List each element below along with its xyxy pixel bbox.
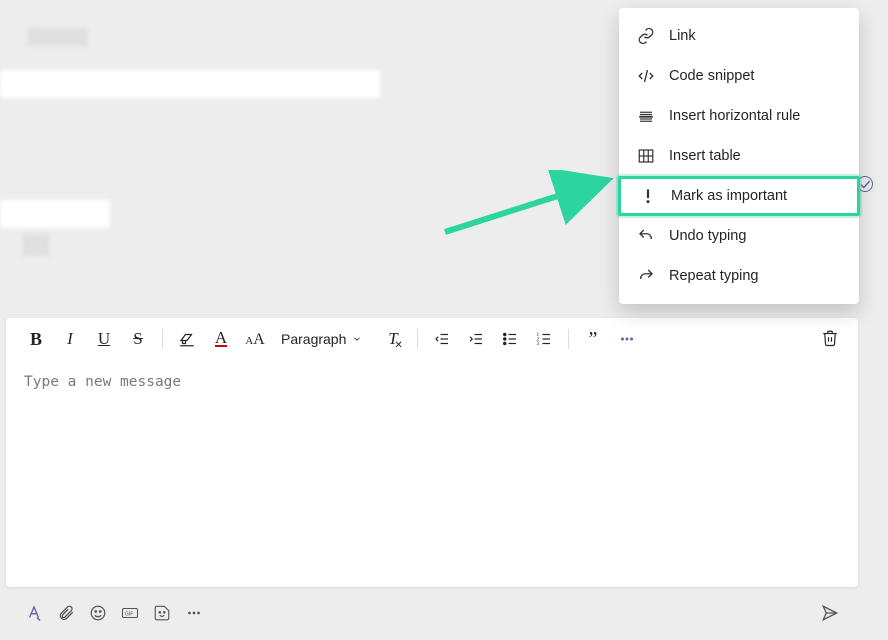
separator — [162, 329, 163, 349]
numbered-list-icon: 1 2 3 — [535, 330, 553, 348]
compose-box: B I U S A AA Paragraph T✕ — [6, 318, 858, 587]
menu-item-link[interactable]: Link — [619, 16, 859, 56]
indent-button[interactable] — [460, 323, 492, 355]
table-icon — [637, 147, 655, 165]
bold-icon: B — [30, 329, 42, 350]
delete-button[interactable] — [814, 322, 846, 354]
paperclip-icon — [57, 604, 75, 622]
separator — [417, 329, 418, 349]
svg-text:3: 3 — [537, 341, 540, 347]
clear-formatting-button[interactable]: T✕ — [377, 323, 409, 355]
ellipsis-icon — [618, 330, 636, 348]
send-button[interactable] — [814, 597, 846, 629]
highlight-icon — [178, 330, 196, 348]
bullet-list-icon — [501, 330, 519, 348]
menu-item-redo[interactable]: Repeat typing — [619, 256, 859, 296]
emoji-icon — [89, 604, 107, 622]
format-icon — [25, 604, 43, 622]
trash-icon — [821, 329, 839, 347]
important-icon — [639, 187, 657, 205]
menu-item-label: Repeat typing — [669, 268, 758, 284]
italic-icon: I — [67, 329, 73, 349]
ellipsis-icon — [185, 604, 203, 622]
italic-button[interactable]: I — [54, 323, 86, 355]
menu-item-horizontal-rule[interactable]: Insert horizontal rule — [619, 96, 859, 136]
underline-button[interactable]: U — [88, 323, 120, 355]
font-size-button[interactable]: AA — [239, 323, 271, 355]
menu-item-label: Insert horizontal rule — [669, 108, 800, 124]
emoji-button[interactable] — [82, 597, 114, 629]
clear-format-icon: T✕ — [388, 329, 397, 349]
menu-item-label: Code snippet — [669, 68, 754, 84]
quote-icon: ” — [589, 334, 598, 344]
paragraph-label: Paragraph — [281, 331, 346, 347]
separator — [568, 329, 569, 349]
menu-item-label: Insert table — [669, 148, 741, 164]
outdent-button[interactable] — [426, 323, 458, 355]
outdent-icon — [433, 330, 451, 348]
indent-icon — [467, 330, 485, 348]
undo-icon — [637, 227, 655, 245]
compose-actions-bar: GIF — [6, 595, 858, 631]
chevron-down-icon — [352, 334, 362, 344]
menu-item-label: Mark as important — [671, 188, 787, 204]
font-color-icon: A — [215, 331, 227, 347]
svg-text:GIF: GIF — [125, 611, 134, 617]
underline-icon: U — [98, 329, 110, 349]
menu-item-label: Undo typing — [669, 228, 746, 244]
menu-item-insert-table[interactable]: Insert table — [619, 136, 859, 176]
bold-button[interactable]: B — [20, 323, 52, 355]
numbered-list-button[interactable]: 1 2 3 — [528, 323, 560, 355]
quote-button[interactable]: ” — [577, 323, 609, 355]
link-icon — [637, 27, 655, 45]
message-input[interactable] — [6, 360, 858, 560]
strikethrough-icon: S — [133, 329, 142, 349]
menu-item-code-snippet[interactable]: Code snippet — [619, 56, 859, 96]
strikethrough-button[interactable]: S — [122, 323, 154, 355]
format-toolbar: B I U S A AA Paragraph T✕ — [6, 318, 858, 360]
sticker-icon — [153, 604, 171, 622]
more-actions-button[interactable] — [178, 597, 210, 629]
format-more-menu: Link Code snippet Insert horizontal rule — [619, 8, 859, 304]
menu-item-label: Link — [669, 28, 696, 44]
format-toggle-button[interactable] — [18, 597, 50, 629]
bullet-list-button[interactable] — [494, 323, 526, 355]
menu-item-mark-important[interactable]: Mark as important — [618, 176, 860, 216]
paragraph-style-select[interactable]: Paragraph — [273, 323, 375, 355]
more-format-button[interactable] — [611, 323, 643, 355]
font-size-icon: AA — [245, 329, 265, 349]
menu-item-undo[interactable]: Undo typing — [619, 216, 859, 256]
send-icon — [821, 604, 839, 622]
attach-button[interactable] — [50, 597, 82, 629]
gif-button[interactable]: GIF — [114, 597, 146, 629]
highlight-button[interactable] — [171, 323, 203, 355]
code-icon — [637, 67, 655, 85]
sticker-button[interactable] — [146, 597, 178, 629]
redo-icon — [637, 267, 655, 285]
gif-icon: GIF — [121, 604, 139, 622]
annotation-arrow — [440, 170, 620, 240]
horizontal-rule-icon — [637, 107, 655, 125]
font-color-button[interactable]: A — [205, 323, 237, 355]
